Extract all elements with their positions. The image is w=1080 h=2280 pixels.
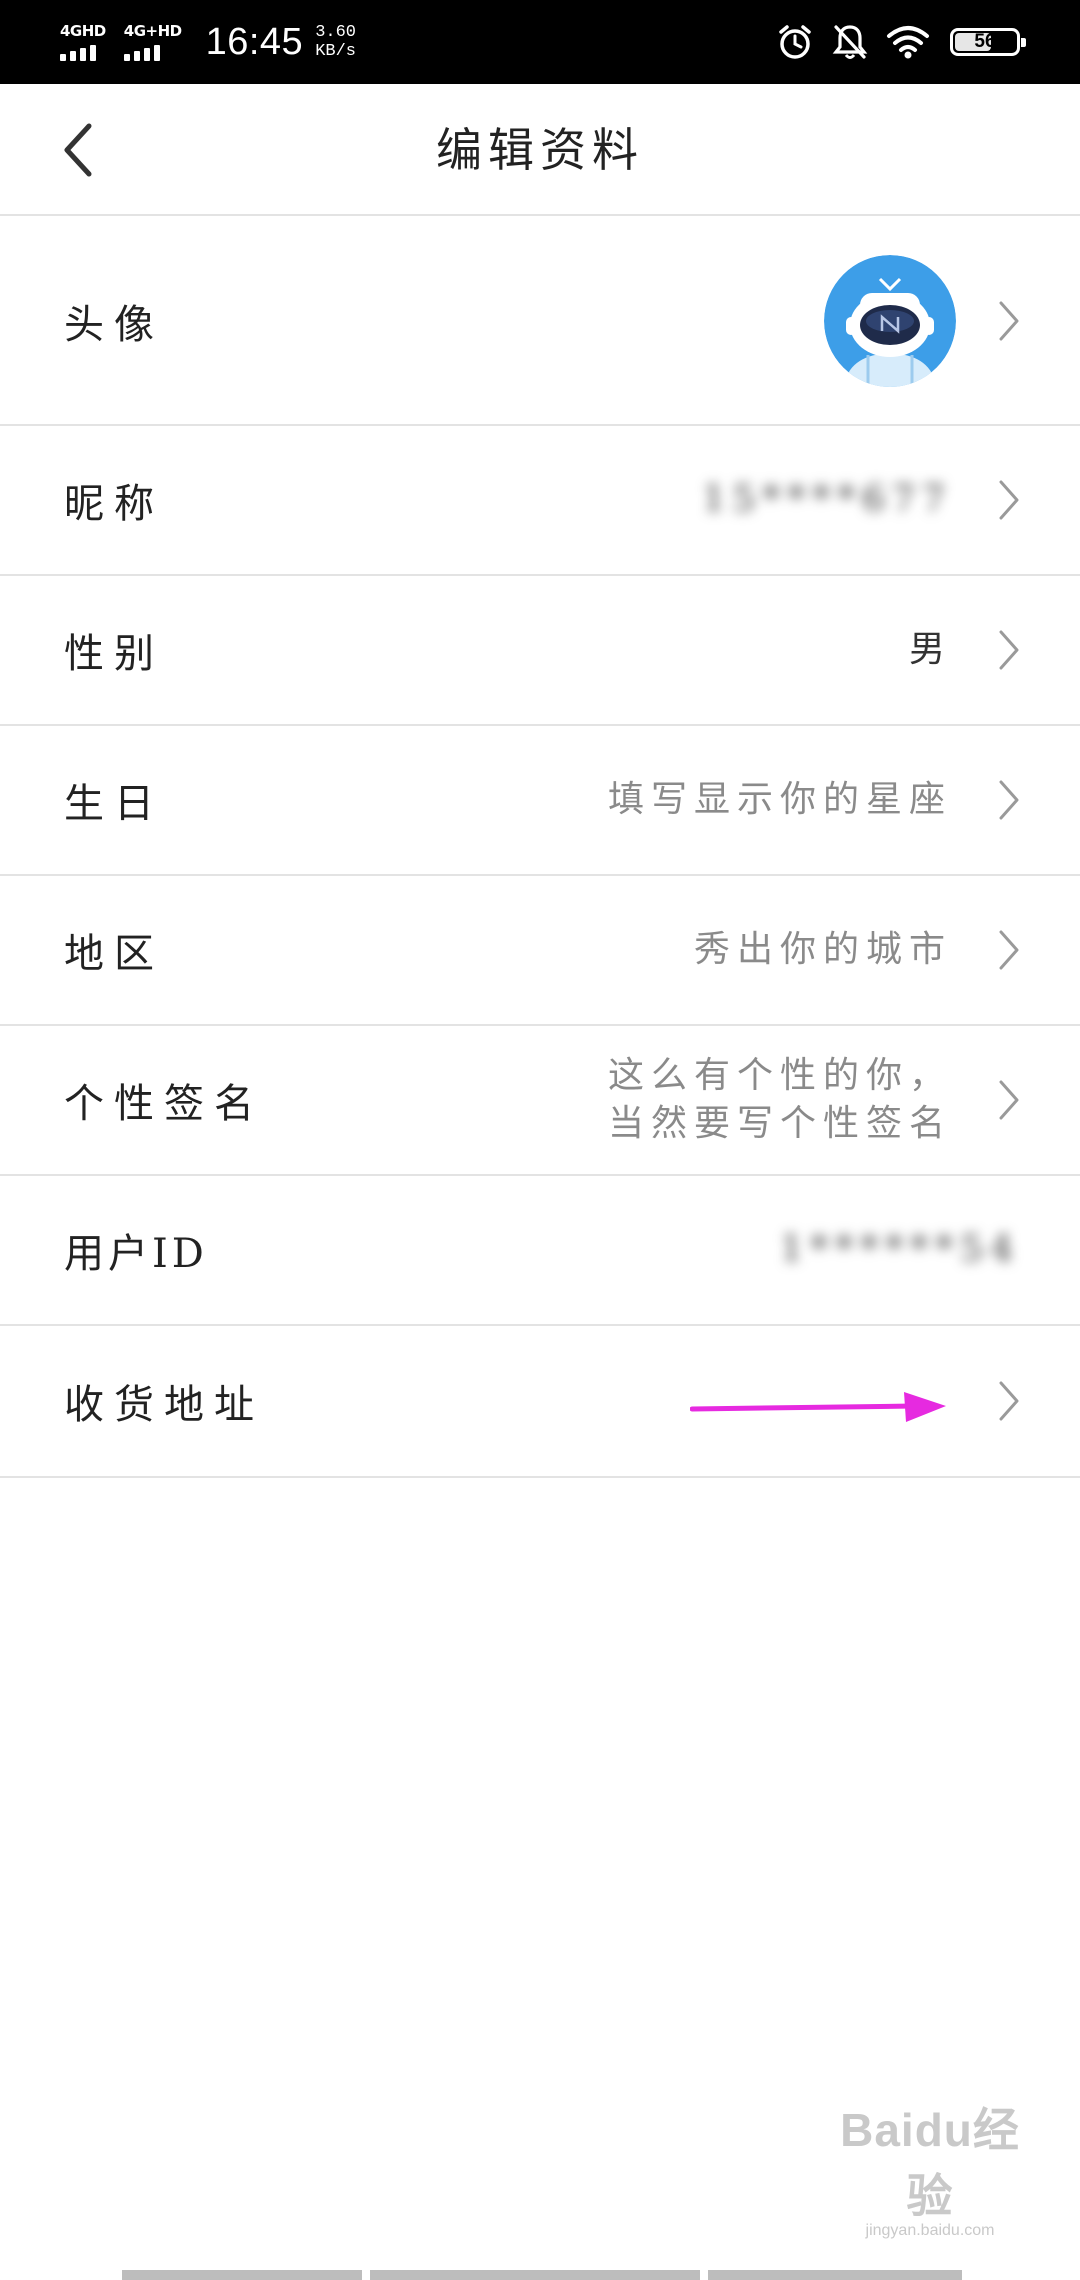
- app-header: 编辑资料: [0, 84, 1080, 216]
- chevron-right-icon: [999, 930, 1019, 970]
- nickname-value: 15****677: [702, 479, 952, 520]
- row-gender[interactable]: 性别 男: [0, 576, 1080, 726]
- signature-placeholder-line-1: 这么有个性的你，: [607, 1055, 952, 1096]
- user-id-label: 用户ID: [64, 1231, 208, 1277]
- birthday-placeholder: 填写显示你的星座: [607, 779, 952, 820]
- bell-muted-icon: [832, 25, 868, 59]
- clock: 16:45: [205, 20, 304, 63]
- shipping-address-label: 收货地址: [64, 1382, 264, 1428]
- chevron-right-icon: [999, 630, 1019, 670]
- annotation-arrow-icon: [690, 1392, 946, 1422]
- status-left: 4GHD 4G+HD 16:45 3.60 KB/s: [60, 0, 356, 84]
- chevron-right-icon: [999, 780, 1019, 820]
- region-placeholder: 秀出你的城市: [693, 929, 952, 970]
- gender-label: 性别: [64, 631, 164, 677]
- row-nickname[interactable]: 昵称 15****677: [0, 426, 1080, 576]
- chevron-right-icon: [999, 301, 1019, 341]
- signature-placeholder: 这么有个性的你， 当然要写个性签名: [608, 1026, 952, 1174]
- row-user-id: 用户ID 1******54: [0, 1176, 1080, 1326]
- row-signature[interactable]: 个性签名 这么有个性的你， 当然要写个性签名: [0, 1026, 1080, 1176]
- chevron-right-icon: [999, 1381, 1019, 1421]
- region-label: 地区: [64, 931, 164, 977]
- row-region[interactable]: 地区 秀出你的城市: [0, 876, 1080, 1026]
- signal-1-label: 4GHD: [60, 22, 106, 40]
- avatar-label: 头像: [64, 302, 164, 348]
- status-right: 56: [758, 0, 1026, 84]
- nickname-label: 昵称: [64, 481, 164, 527]
- user-id-value: 1******54: [780, 1229, 1020, 1270]
- gender-value: 男: [908, 629, 952, 670]
- astronaut-avatar-icon: [824, 255, 956, 387]
- chevron-right-icon: [999, 480, 1019, 520]
- battery-level: 56: [974, 31, 996, 52]
- avatar[interactable]: [824, 255, 956, 387]
- page-title: 编辑资料: [436, 123, 644, 177]
- chevron-right-icon: [999, 1080, 1019, 1120]
- gesture-bar: [122, 2270, 970, 2280]
- battery-icon: 56: [950, 28, 1026, 56]
- row-avatar[interactable]: 头像: [0, 218, 1080, 426]
- speed-value: 3.60: [315, 23, 356, 42]
- signal-bars-icon: [60, 43, 100, 61]
- watermark-url: jingyan.baidu.com: [865, 2222, 995, 2239]
- status-bar: 4GHD 4G+HD 16:45 3.60 KB/s 56: [0, 0, 1080, 84]
- signal-1: 4GHD: [60, 23, 106, 61]
- signature-placeholder-line-2: 当然要写个性签名: [607, 1103, 952, 1144]
- speed-unit: KB/s: [315, 42, 356, 61]
- signal-bars-icon: [123, 43, 164, 61]
- baidu-watermark: Baidu经验 jingyan.baidu.com: [820, 2094, 1040, 2240]
- network-speed: 3.60 KB/s: [315, 23, 356, 61]
- wifi-icon: [887, 26, 929, 59]
- signal-2-label: 4G+HD: [123, 22, 182, 40]
- signal-2: 4G+HD: [123, 22, 182, 61]
- row-birthday[interactable]: 生日 填写显示你的星座: [0, 726, 1080, 876]
- watermark-logo: Baidu经验: [840, 2104, 1020, 2222]
- alarm-icon: [779, 25, 811, 59]
- signature-label: 个性签名: [64, 1081, 264, 1127]
- birthday-label: 生日: [64, 781, 164, 827]
